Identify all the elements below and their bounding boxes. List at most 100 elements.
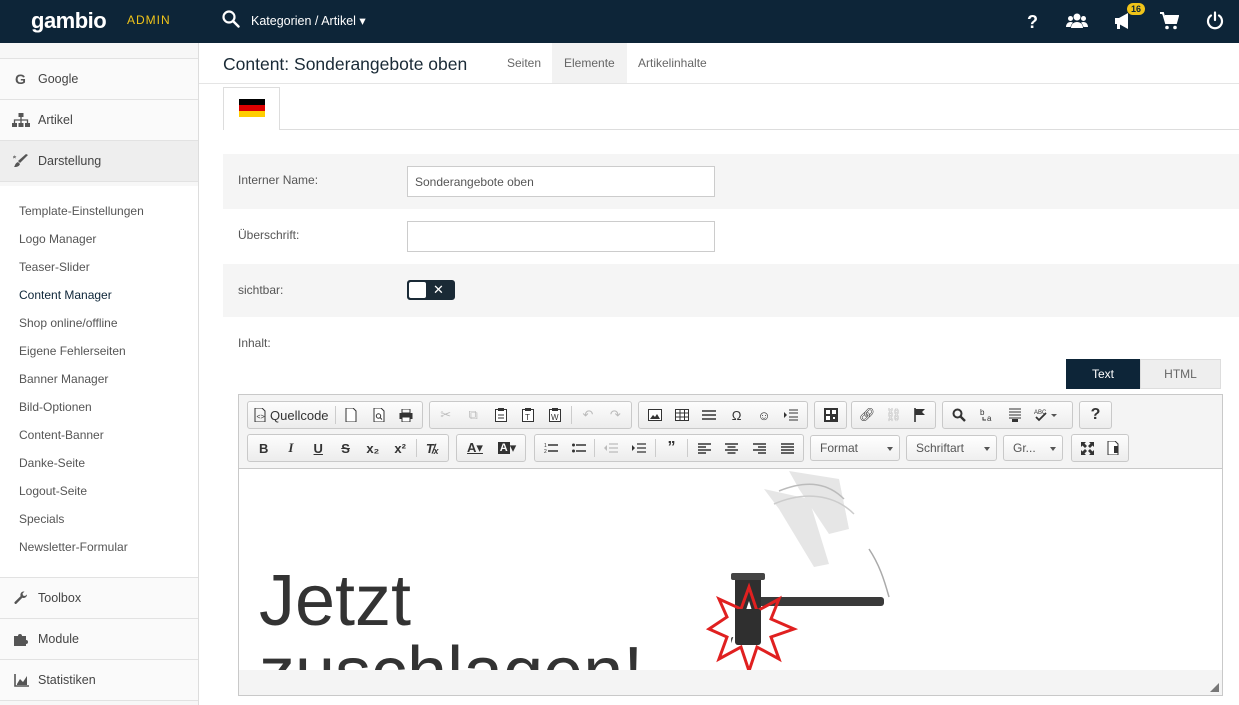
unlink-icon[interactable]: ⛓︎ bbox=[880, 403, 906, 427]
preview-icon[interactable] bbox=[365, 403, 392, 427]
users-icon[interactable] bbox=[1066, 11, 1088, 31]
sidebar-item-darstellung[interactable]: Darstellung bbox=[0, 141, 198, 182]
wrench-icon bbox=[0, 591, 38, 605]
sidebar-item-artikel[interactable]: Artikel bbox=[0, 100, 198, 141]
blockquote-icon[interactable]: ” bbox=[658, 436, 686, 460]
internal-name-input[interactable]: Sonderangebote oben bbox=[407, 166, 715, 197]
paste-icon[interactable] bbox=[487, 403, 514, 427]
align-justify-icon[interactable] bbox=[773, 436, 801, 460]
toolbar-separator bbox=[687, 439, 689, 457]
toolbar-group-tools: ba ABC bbox=[942, 401, 1073, 429]
align-left-icon[interactable] bbox=[690, 436, 718, 460]
paste-text-icon[interactable]: T bbox=[514, 403, 541, 427]
table-icon[interactable] bbox=[668, 403, 695, 427]
font-dropdown[interactable]: Schriftart bbox=[906, 435, 997, 461]
sidebar-subitem[interactable]: Specials bbox=[19, 512, 64, 526]
outdent-icon[interactable] bbox=[597, 436, 625, 460]
sidebar-subitem[interactable]: Logout-Seite bbox=[19, 484, 87, 498]
copy-icon[interactable]: ⧉ bbox=[459, 403, 486, 427]
gambio-logo[interactable]: gambio bbox=[31, 8, 107, 34]
paint-brush-icon bbox=[0, 154, 38, 168]
maximize-icon[interactable] bbox=[1074, 436, 1100, 460]
new-page-icon[interactable] bbox=[338, 403, 365, 427]
bullet-list-icon[interactable] bbox=[565, 436, 593, 460]
sidebar-item-label: Toolbox bbox=[38, 591, 82, 605]
align-right-icon[interactable] bbox=[746, 436, 774, 460]
remove-format-icon[interactable]: T̸ₓ bbox=[419, 436, 446, 460]
special-char-icon[interactable]: Ω bbox=[723, 403, 750, 427]
link-icon[interactable]: 🔗︎ bbox=[854, 403, 880, 427]
horizontal-line-icon[interactable] bbox=[696, 403, 723, 427]
sidebar-subitem-current[interactable]: Content Manager bbox=[19, 288, 112, 302]
find-icon[interactable] bbox=[945, 403, 973, 427]
format-dropdown[interactable]: Format bbox=[810, 435, 900, 461]
sidebar-subitem[interactable]: Template-Einstellungen bbox=[19, 204, 144, 218]
underline-icon[interactable]: U bbox=[305, 436, 332, 460]
sidebar-subitem[interactable]: Danke-Seite bbox=[19, 456, 85, 470]
superscript-icon[interactable]: x² bbox=[386, 436, 413, 460]
strikethrough-icon[interactable]: S bbox=[332, 436, 359, 460]
help-icon[interactable]: ? bbox=[1082, 403, 1109, 427]
visible-toggle[interactable]: ✕ bbox=[407, 280, 455, 300]
page-break-icon[interactable] bbox=[778, 403, 805, 427]
subscript-icon[interactable]: x₂ bbox=[359, 436, 386, 460]
sidebar-item-toolbox[interactable]: Toolbox bbox=[0, 578, 198, 619]
replace-icon[interactable]: ba bbox=[973, 403, 1001, 427]
chevron-down-icon bbox=[1050, 447, 1056, 451]
indent-icon[interactable] bbox=[625, 436, 653, 460]
tab-elemente[interactable]: Elemente bbox=[552, 43, 627, 83]
undo-icon[interactable]: ↶ bbox=[574, 403, 601, 427]
resize-handle[interactable] bbox=[1210, 683, 1219, 692]
font-size-dropdown[interactable]: Gr... bbox=[1003, 435, 1063, 461]
spellcheck-icon[interactable]: ABC bbox=[1029, 403, 1063, 427]
smiley-icon[interactable]: ☺ bbox=[750, 403, 777, 427]
sidebar-subitem[interactable]: Newsletter-Formular bbox=[19, 540, 128, 554]
sidebar-subitem[interactable]: Bild-Optionen bbox=[19, 400, 92, 414]
text-mode-button[interactable]: Text bbox=[1066, 359, 1140, 389]
sidebar-subitem[interactable]: Banner Manager bbox=[19, 372, 108, 386]
toolbar-group-basicstyles: B I U S x₂ x² T̸ₓ bbox=[247, 434, 449, 462]
anchor-flag-icon[interactable] bbox=[907, 403, 933, 427]
svg-text:<>: <> bbox=[257, 414, 265, 421]
text-color-icon[interactable]: A▾ bbox=[459, 436, 491, 460]
sidebar-item-label: Darstellung bbox=[38, 154, 102, 168]
sidebar-item-google[interactable]: G Google bbox=[0, 59, 198, 100]
cart-icon[interactable] bbox=[1159, 11, 1179, 31]
italic-icon[interactable]: I bbox=[277, 436, 304, 460]
search-icon[interactable] bbox=[222, 10, 240, 28]
tab-seiten[interactable]: Seiten bbox=[495, 43, 553, 83]
select-all-icon[interactable] bbox=[1001, 403, 1029, 427]
show-blocks-icon[interactable] bbox=[1100, 436, 1126, 460]
redo-icon[interactable]: ↷ bbox=[602, 403, 629, 427]
language-tab-german[interactable] bbox=[223, 87, 280, 130]
svg-text:b: b bbox=[980, 408, 985, 417]
image-icon[interactable] bbox=[641, 403, 668, 427]
sidebar-item-module[interactable]: Module bbox=[0, 619, 198, 660]
sidebar-subitem[interactable]: Logo Manager bbox=[19, 232, 96, 246]
sidebar-item-statistiken[interactable]: Statistiken bbox=[0, 660, 198, 701]
sidebar-item-partial[interactable] bbox=[0, 43, 198, 59]
heading-input[interactable] bbox=[407, 221, 715, 252]
sidebar-subitem[interactable]: Shop online/offline bbox=[19, 316, 118, 330]
background-color-icon[interactable]: A ▾ bbox=[491, 436, 523, 460]
help-icon[interactable]: ? bbox=[1022, 11, 1042, 31]
sidebar-subitem[interactable]: Content-Banner bbox=[19, 428, 104, 442]
power-icon[interactable] bbox=[1205, 11, 1225, 31]
numbered-list-icon[interactable]: 12 bbox=[537, 436, 565, 460]
sidebar-item-label: Google bbox=[38, 72, 79, 86]
cut-icon[interactable]: ✂ bbox=[432, 403, 459, 427]
html-mode-button[interactable]: HTML bbox=[1140, 359, 1221, 389]
align-center-icon[interactable] bbox=[718, 436, 746, 460]
tab-artikelinhalte[interactable]: Artikelinhalte bbox=[626, 43, 719, 83]
qr-code-icon[interactable] bbox=[817, 403, 844, 427]
print-icon[interactable] bbox=[393, 403, 420, 427]
bold-icon[interactable]: B bbox=[250, 436, 277, 460]
editor-content-area[interactable]: Jetzt zuschlagen! bbox=[239, 468, 1222, 670]
sidebar-subitem[interactable]: Eigene Fehlerseiten bbox=[19, 344, 126, 358]
breadcrumb-dropdown[interactable]: Kategorien / Artikel ▾ bbox=[251, 13, 366, 28]
toolbar-group-clipboard: ✂ ⧉ T W ↶ ↷ bbox=[429, 401, 632, 429]
source-button[interactable]: <> Quellcode bbox=[250, 403, 333, 427]
sidebar-subitem[interactable]: Teaser-Slider bbox=[19, 260, 90, 274]
svg-text:G: G bbox=[15, 72, 26, 86]
paste-word-icon[interactable]: W bbox=[542, 403, 569, 427]
